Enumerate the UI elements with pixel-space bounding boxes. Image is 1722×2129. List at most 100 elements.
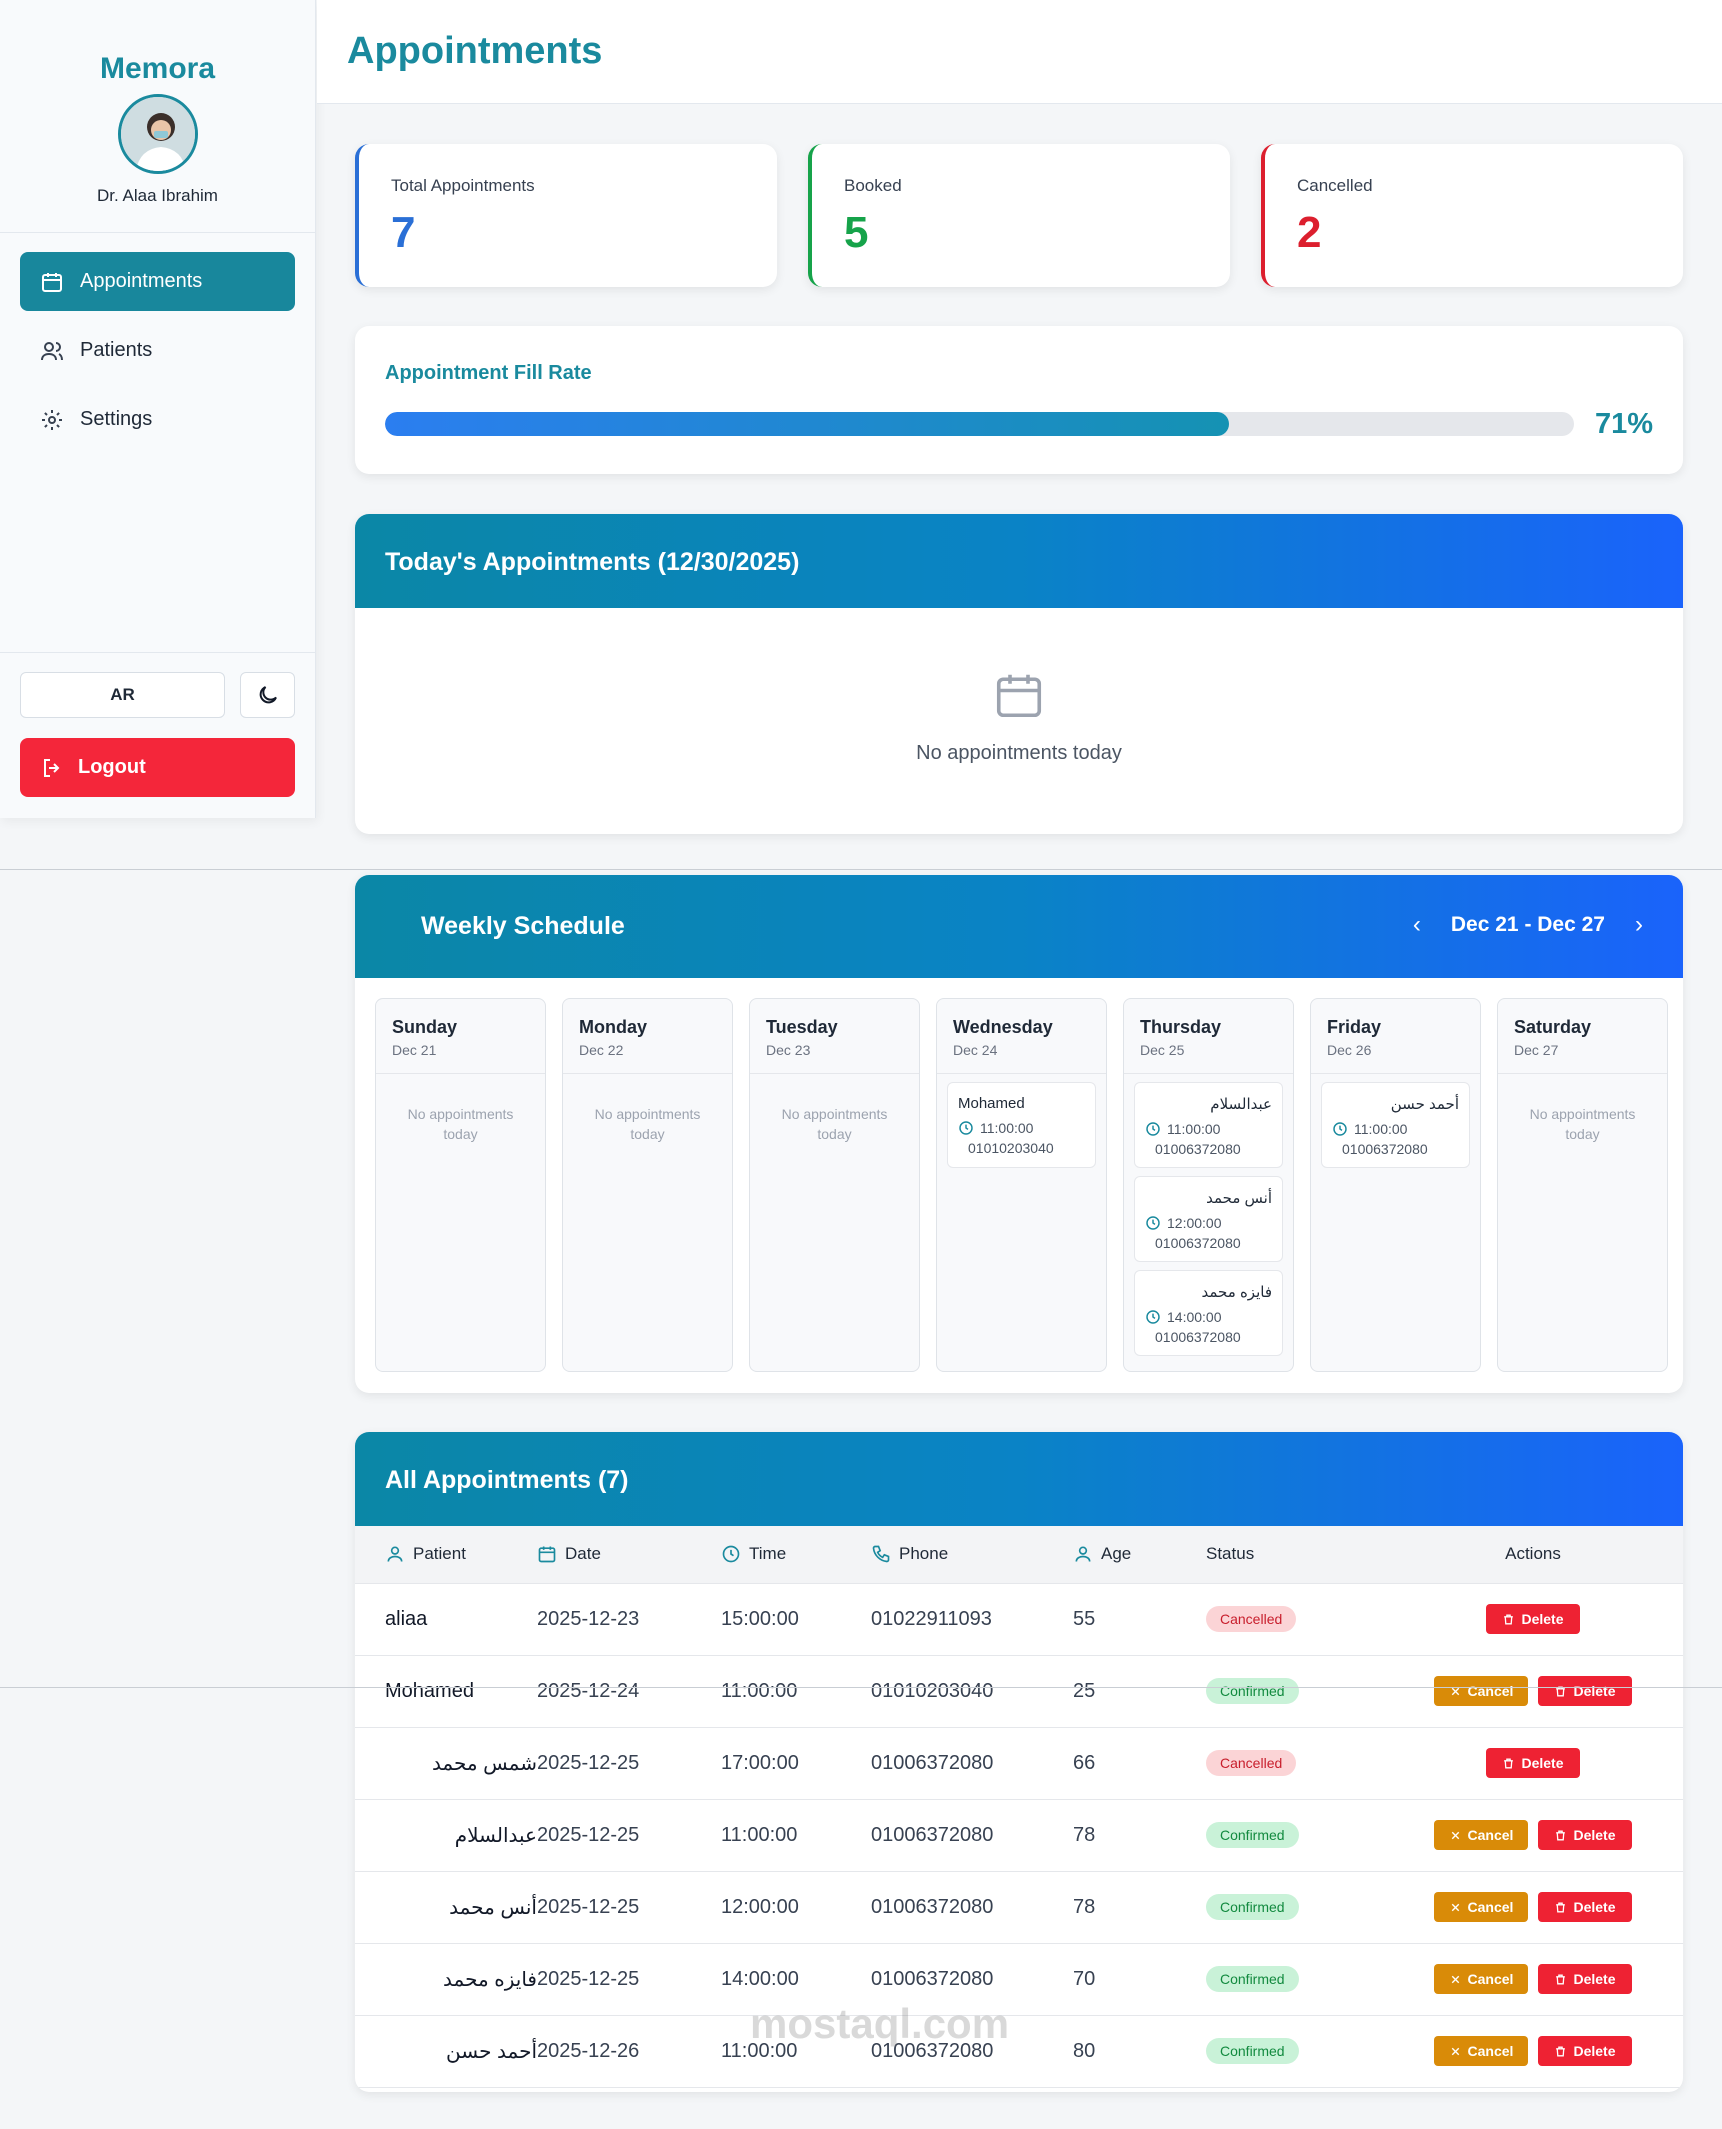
panel-header: Weekly Schedule ‹ Dec 21 - Dec 27 › <box>355 875 1683 978</box>
column-age[interactable]: Age <box>1073 1526 1206 1584</box>
schedule-appointment-card[interactable]: Mohamed 11:00:00 01010203040 <box>947 1082 1096 1168</box>
page-title: Appointments <box>347 30 603 72</box>
stat-value: 2 <box>1297 208 1322 257</box>
column-status[interactable]: Status <box>1206 1526 1383 1584</box>
delete-appointment-button[interactable]: Delete <box>1538 1964 1632 1994</box>
day-name: Sunday <box>392 1017 458 1037</box>
row-actions: Cancel Delete <box>1383 1892 1683 1922</box>
fill-rate-card: Appointment Fill Rate 71% <box>355 326 1683 474</box>
trash-icon <box>1504 1758 1514 1768</box>
appointment-time: 11:00:00 <box>1145 1121 1272 1137</box>
cell-actions: Cancel Delete <box>1383 1799 1683 1872</box>
sidebar-item-settings[interactable]: Settings <box>20 390 295 449</box>
weekly-title: Weekly Schedule <box>421 912 625 940</box>
day-column-monday: Monday Dec 22 No appointments today <box>562 998 733 1372</box>
day-date: Dec 21 <box>392 1042 437 1058</box>
prev-week-button[interactable]: ‹ <box>1413 911 1421 939</box>
all-title: All Appointments (7) <box>385 1466 629 1494</box>
schedule-appointment-card[interactable]: عبدالسلام 11:00:00 01006372080 <box>1134 1082 1283 1168</box>
user-icon <box>387 1546 403 1562</box>
appointment-phone: 01006372080 <box>1155 1329 1241 1345</box>
status-badge: Confirmed <box>1206 2038 1299 2064</box>
cancel-appointment-button[interactable]: Cancel <box>1434 2036 1528 2066</box>
day-header: Monday Dec 22 <box>563 999 732 1074</box>
clock-icon <box>1146 1310 1160 1324</box>
page-header: Appointments <box>317 0 1722 104</box>
column-patient[interactable]: Patient <box>355 1526 537 1584</box>
delete-appointment-button[interactable]: Delete <box>1538 1892 1632 1922</box>
delete-appointment-button[interactable]: Delete <box>1486 1604 1580 1634</box>
x-icon <box>1451 1903 1459 1911</box>
x-icon <box>1451 2047 1459 2055</box>
cancel-appointment-button[interactable]: Cancel <box>1434 1676 1528 1706</box>
sidebar-item-label: Appointments <box>80 270 203 292</box>
cell-status: Confirmed <box>1206 1871 1383 1944</box>
status-badge: Confirmed <box>1206 1822 1299 1848</box>
language-toggle-button[interactable]: AR <box>20 672 225 718</box>
weekly-schedule-panel: Weekly Schedule ‹ Dec 21 - Dec 27 › Sund… <box>355 875 1683 1393</box>
delete-appointment-button[interactable]: Delete <box>1538 2036 1632 2066</box>
column-time[interactable]: Time <box>721 1526 871 1584</box>
row-actions: Delete <box>1383 1604 1683 1634</box>
appointment-time: 14:00:00 <box>1145 1309 1272 1325</box>
delete-appointment-button[interactable]: Delete <box>1486 1748 1580 1778</box>
moon-icon <box>259 686 277 704</box>
cell-status: Confirmed <box>1206 1655 1383 1728</box>
day-header: Sunday Dec 21 <box>376 999 545 1074</box>
sidebar-item-label: Settings <box>80 408 153 430</box>
week-navigation: ‹ Dec 21 - Dec 27 › <box>1413 911 1643 939</box>
cell-date: 2025-12-25 <box>537 1799 721 1872</box>
cell-phone: 01006372080 <box>871 1871 1073 1944</box>
cell-age: 80 <box>1073 2015 1206 2088</box>
cell-date: 2025-12-26 <box>537 2015 721 2088</box>
appointment-patient: أنس محمد <box>1206 1190 1272 1207</box>
delete-appointment-button[interactable]: Delete <box>1538 1676 1632 1706</box>
table-row: عبدالسلام 2025-12-25 11:00:00 01006372080 78… <box>355 1799 1683 1872</box>
day-empty-text: No appointments today <box>781 1106 888 1142</box>
logout-button[interactable]: Logout <box>20 738 295 797</box>
appointment-phone: 01006372080 <box>1342 1141 1428 1157</box>
screenshot-seam <box>0 869 1722 870</box>
column-phone[interactable]: Phone <box>871 1526 1073 1584</box>
trash-icon <box>1556 1830 1566 1840</box>
all-appointments-panel: All Appointments (7) Patient Date Time P… <box>355 1432 1683 2092</box>
cell-status: Cancelled <box>1206 1583 1383 1656</box>
cell-time: 12:00:00 <box>721 1871 871 1944</box>
day-name: Saturday <box>1514 1017 1592 1037</box>
schedule-appointment-card[interactable]: فايزه محمد 14:00:00 01006372080 <box>1134 1270 1283 1356</box>
stat-label: Booked <box>844 176 902 195</box>
row-actions: Cancel Delete <box>1383 1676 1683 1706</box>
sidebar-item-label: Patients <box>80 339 153 361</box>
schedule-appointment-card[interactable]: أحمد حسن 11:00:00 01006372080 <box>1321 1082 1470 1168</box>
cell-actions: Cancel Delete <box>1383 1943 1683 2016</box>
next-week-button[interactable]: › <box>1635 911 1643 939</box>
brand-name: Memora <box>99 52 216 85</box>
day-date: Dec 23 <box>766 1042 811 1058</box>
day-empty-text: No appointments today <box>594 1106 701 1142</box>
trash-icon <box>1556 2046 1566 2056</box>
schedule-appointment-card[interactable]: أنس محمد 12:00:00 01006372080 <box>1134 1176 1283 1262</box>
cancel-appointment-button[interactable]: Cancel <box>1434 1964 1528 1994</box>
cell-age: 66 <box>1073 1727 1206 1800</box>
day-column-tuesday: Tuesday Dec 23 No appointments today <box>749 998 920 1372</box>
logout-icon <box>44 758 60 777</box>
table-row: aliaa 2025-12-23 15:00:00 01022911093 55 Canc… <box>355 1583 1683 1656</box>
day-column-wednesday: Wednesday Dec 24 Mohamed 11:00:00 0101020304… <box>936 998 1107 1372</box>
trash-icon <box>1556 1902 1566 1912</box>
avatar[interactable] <box>117 94 198 174</box>
cell-patient: أنس محمد <box>355 1871 537 1944</box>
fill-rate-title: Appointment Fill Rate <box>385 362 592 384</box>
watermark: mostaql.com <box>750 2000 1010 2047</box>
delete-appointment-button[interactable]: Delete <box>1538 1820 1632 1850</box>
users-icon <box>41 341 63 360</box>
column-date[interactable]: Date <box>537 1526 721 1584</box>
sidebar-item-patients[interactable]: Patients <box>20 321 295 380</box>
cancel-appointment-button[interactable]: Cancel <box>1434 1820 1528 1850</box>
cell-age: 70 <box>1073 1943 1206 2016</box>
cancel-appointment-button[interactable]: Cancel <box>1434 1892 1528 1922</box>
dark-mode-toggle-button[interactable] <box>240 672 295 718</box>
cell-status: Confirmed <box>1206 1943 1383 2016</box>
day-name: Wednesday <box>953 1017 1053 1037</box>
user-icon <box>1075 1546 1091 1562</box>
sidebar-item-appointments[interactable]: Appointments <box>20 252 295 311</box>
